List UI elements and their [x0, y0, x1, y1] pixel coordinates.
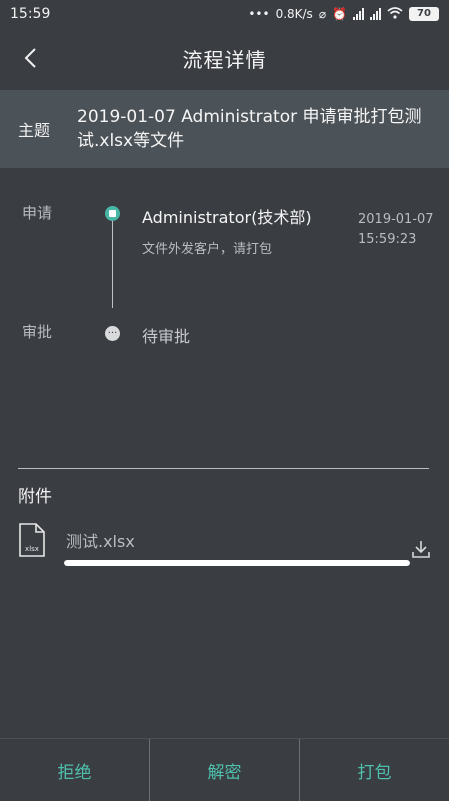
attachment-file-name: 测试.xlsx	[66, 532, 135, 551]
approval-timeline: 申请 Administrator(技术部) 文件外发客户，请打包 2019-01…	[0, 190, 449, 380]
battery-icon: 70	[409, 7, 439, 21]
xlsx-file-icon: xlsx	[18, 522, 46, 558]
subject-label: 主题	[18, 121, 51, 140]
status-bar: 15:59 ••• 0.8K/s ⌀ ⏰ 70	[0, 0, 449, 28]
mute-icon: ⌀	[318, 7, 327, 21]
wifi-icon	[387, 6, 403, 22]
pending-icon: ···	[105, 326, 120, 341]
download-progress-bar	[64, 560, 410, 566]
apply-date: 2019-01-07	[358, 212, 434, 227]
network-speed: 0.8K/s	[275, 7, 313, 21]
section-divider	[18, 468, 429, 469]
decrypt-button[interactable]: 解密	[150, 739, 300, 801]
attachment-item[interactable]: xlsx 测试.xlsx	[18, 522, 432, 572]
subject-bar: 主题 2019-01-07 Administrator 申请审批打包测试.xls…	[0, 90, 449, 168]
back-chevron-icon[interactable]	[12, 40, 48, 76]
file-type-text: xlsx	[25, 545, 39, 553]
apply-note: 文件外发客户，请打包	[142, 242, 273, 257]
alarm-icon: ⏰	[332, 7, 347, 21]
app-bar: 流程详情	[0, 30, 449, 86]
download-icon[interactable]	[410, 538, 432, 560]
apply-timestamp: 2019-01-07 15:59:23	[358, 210, 448, 250]
page-title: 流程详情	[182, 47, 267, 72]
subject-text: 2019-01-07 Administrator 申请审批打包测试.xlsx等文…	[77, 107, 422, 151]
timeline-connector	[112, 216, 113, 308]
dots-icon: •••	[248, 7, 270, 21]
reject-button[interactable]: 拒绝	[0, 739, 150, 801]
status-icons: ••• 0.8K/s ⌀ ⏰ 70	[248, 6, 439, 22]
applicant-name: Administrator(技术部)	[142, 208, 312, 227]
signal-icon	[353, 8, 364, 20]
status-time: 15:59	[10, 6, 51, 22]
signal-icon	[370, 8, 381, 20]
package-button[interactable]: 打包	[300, 739, 449, 801]
attachments-title: 附件	[18, 487, 52, 507]
apply-step-label: 申请	[22, 204, 53, 222]
download-progress-fill	[64, 560, 410, 566]
approve-step-label: 审批	[22, 323, 53, 341]
approve-status: 待审批	[142, 327, 191, 346]
action-bar: 拒绝 解密 打包	[0, 738, 449, 801]
apply-step-icon	[105, 206, 120, 221]
apply-time: 15:59:23	[358, 232, 417, 247]
